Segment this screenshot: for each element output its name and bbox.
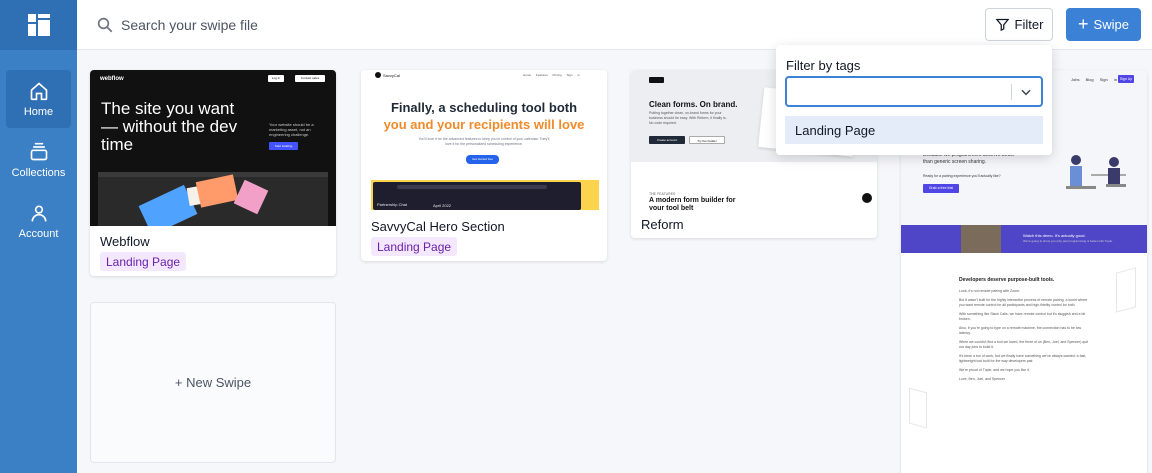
preview-body-title: Developers deserve purpose-built tools. (959, 277, 1055, 283)
preview-brand: SavvyCal (383, 73, 400, 78)
filter-popover: Filter by tags Landing Page (776, 45, 1052, 155)
filter-button-label: Filter (1014, 17, 1044, 32)
sidebar-item-label: Collections (11, 167, 66, 179)
preview-hero-sub: Ready for a pairing experience you'll ac… (923, 174, 1001, 178)
card-title: SavvyCal Hero Section (371, 219, 505, 234)
app-logo[interactable] (0, 0, 77, 50)
preview-video-sub: We're going to show you why pair program… (1023, 239, 1113, 243)
add-swipe-button[interactable]: + Swipe (1066, 8, 1141, 41)
tag-option-landing-page[interactable]: Landing Page (785, 116, 1043, 144)
search-input[interactable] (121, 12, 721, 38)
preview-app-area (98, 172, 328, 226)
select-separator (1011, 84, 1012, 100)
preview-nav: Jobs Blog Sign in (1071, 77, 1117, 82)
filter-button[interactable]: Filter (985, 8, 1053, 41)
preview-app-window: Partnership Chat April 2022 (373, 182, 581, 210)
sidebar: Home Collections Account (0, 0, 77, 473)
account-icon (28, 202, 50, 224)
sidebar-item-label: Account (18, 228, 59, 240)
tag-select[interactable] (785, 76, 1043, 107)
sidebar-item-account[interactable]: Account (6, 192, 71, 250)
preview-side-text: Your website should be a marketing asset… (269, 122, 314, 137)
swipe-card[interactable]: webflow Log in Contact sales The site yo… (90, 70, 336, 276)
preview-headline-1: Finally, a scheduling tool both (390, 100, 578, 115)
preview-app-name: Partnership Chat (377, 202, 408, 207)
chevron-down-icon[interactable] (1019, 85, 1033, 99)
preview-cta-2: Try live builder (689, 136, 725, 144)
preview-signup: Sign Up (1118, 75, 1134, 83)
tag-badge[interactable]: Landing Page (371, 237, 458, 256)
add-swipe-label: Swipe (1093, 17, 1129, 32)
preview-hero-cta: Grab a free trial (923, 184, 959, 193)
search-icon (97, 17, 113, 33)
card-thumbnail: SavvyCal Home Features Pricing Sign in F… (361, 70, 607, 210)
preview-features-headline: A modern form builder for your tool belt (649, 197, 736, 210)
preview-subtext: Putting together clean, on-brand forms f… (649, 111, 727, 125)
preview-headline-2: you and your recipients will love (383, 117, 585, 132)
card-title: Webflow (100, 234, 150, 249)
grid-logo-icon (27, 14, 50, 36)
preview-headline: Clean forms. On brand. (649, 100, 738, 109)
sidebar-item-collections[interactable]: Collections (6, 131, 71, 189)
plus-icon: + (1078, 13, 1089, 34)
preview-nav: Home Features Pricing Sign in (523, 73, 580, 77)
popover-title: Filter by tags (786, 58, 861, 73)
preview-brand: webflow (100, 76, 124, 82)
new-swipe-button[interactable]: + New Swipe (90, 302, 336, 463)
preview-logo (649, 77, 664, 83)
preview-subtext: You'll love it for the advanced features… (418, 137, 550, 146)
collections-icon (28, 141, 50, 163)
card-title: Reform (641, 217, 684, 232)
card-thumbnail: webflow Log in Contact sales The site yo… (90, 70, 336, 226)
preview-video-title: Watch this demo. It's actually good. (1023, 233, 1086, 238)
preview-login: Log in (268, 75, 284, 82)
preview-body: Look, it's not remote pairing with Zoom.… (959, 289, 1089, 381)
sidebar-item-label: Home (23, 106, 54, 118)
preview-features-label: THE FEATURES (649, 192, 676, 196)
preview-dot (862, 193, 872, 203)
tag-badge[interactable]: Landing Page (100, 252, 187, 271)
preview-headline: The site you want — without the dev time (101, 99, 238, 154)
preview-cta-1: Create account (649, 136, 685, 144)
preview-logo-dot (375, 72, 381, 78)
preview-app-date: April 2022 (433, 203, 452, 208)
swipe-card[interactable]: SavvyCal Home Features Pricing Sign in F… (361, 70, 607, 261)
preview-cta: Start building (269, 142, 298, 150)
sidebar-item-home[interactable]: Home (6, 70, 71, 128)
preview-video-banner: Watch this demo. It's actually good. We'… (901, 225, 1147, 253)
preview-contact: Contact sales (295, 75, 325, 82)
preview-cta: Get started free (466, 155, 499, 164)
top-bar: Filter + Swipe (77, 0, 1152, 50)
home-icon (28, 80, 50, 102)
filter-icon (995, 18, 1009, 32)
